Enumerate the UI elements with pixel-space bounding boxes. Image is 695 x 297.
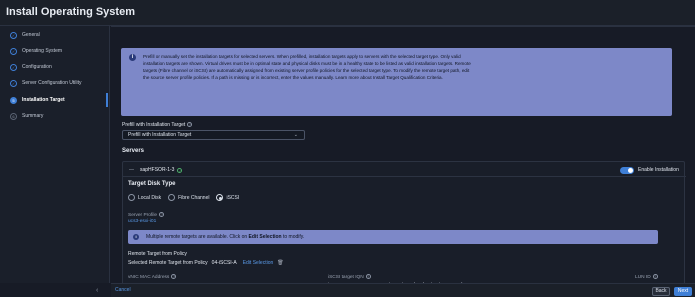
wizard-footer: Cancel Back Next xyxy=(111,283,695,297)
step-label: Operating System xyxy=(22,48,63,54)
radio-label: Fibre Channel xyxy=(178,194,210,201)
iscsi-iqn-label: iSCSI target IQN? xyxy=(328,274,371,280)
cancel-button[interactable]: Cancel xyxy=(115,287,131,293)
lun-id-label-text: LUN ID xyxy=(635,274,651,280)
server-card: — sapHFSOR-1-3 ✓ Enable Installation Tar… xyxy=(122,161,686,288)
help-icon[interactable]: ? xyxy=(365,274,371,279)
step-general[interactable]: ✓ General xyxy=(10,30,40,40)
title-bar: Install Operating System xyxy=(0,0,695,26)
info-icon: i xyxy=(133,234,139,240)
enable-installation-label: Enable Installation xyxy=(638,167,679,173)
check-icon: ✓ xyxy=(10,47,17,55)
server-header[interactable]: — sapHFSOR-1-3 ✓ xyxy=(129,167,183,173)
check-icon: ✓ xyxy=(10,79,17,87)
back-button[interactable]: Back xyxy=(652,287,670,296)
disk-type-radio-group: Local Disk Fibre Channel iSCSI xyxy=(128,194,239,201)
help-icon[interactable]: ? xyxy=(187,122,193,128)
step-summary[interactable]: 6 Summary xyxy=(10,111,43,121)
step-label: Server Configuration Utility xyxy=(22,80,82,86)
step-installation-target[interactable]: 5 Installation Target xyxy=(10,95,65,105)
info-icon: i xyxy=(129,54,136,61)
step-label: General xyxy=(22,32,40,38)
check-icon: ✓ xyxy=(10,63,17,71)
step-number-icon: 6 xyxy=(10,112,17,120)
remote-selected-label: Selected Remote Target from Policy xyxy=(128,260,208,266)
lun-id-label: LUN ID? xyxy=(635,274,658,280)
radio-label: Local Disk xyxy=(138,194,162,201)
remote-target-row: Selected Remote Target from Policy 04-iS… xyxy=(128,260,284,266)
active-step-indicator xyxy=(106,93,108,107)
remote-target-policy-label: Remote Target from Policy xyxy=(128,251,187,257)
server-profile-label: Server Profile? xyxy=(128,212,165,218)
server-profile-label-text: Server Profile xyxy=(128,212,158,218)
radio-fibre-channel[interactable]: Fibre Channel xyxy=(168,194,209,201)
step-number-icon: 5 xyxy=(10,96,17,104)
radio-iscsi[interactable]: iSCSI xyxy=(216,194,239,201)
main-content: i Prefill or manually set the installati… xyxy=(111,26,695,288)
prefill-select[interactable]: Prefill with Installation Target ⌄ xyxy=(122,130,305,140)
trash-icon[interactable]: 🗑 xyxy=(277,260,283,266)
step-server-configuration-utility[interactable]: ✓ Server Configuration Utility xyxy=(10,78,81,88)
wizard-sidebar: ✓ General ✓ Operating System ✓ Configura… xyxy=(0,26,110,294)
prefill-label: Prefill with Installation Target? xyxy=(122,122,193,128)
step-operating-system[interactable]: ✓ Operating System xyxy=(10,46,62,56)
step-label: Configuration xyxy=(22,64,52,70)
info-banner-text: Prefill or manually set the installation… xyxy=(143,54,471,80)
edit-selection-link[interactable]: Edit Selection xyxy=(243,260,274,266)
radio-circle-icon xyxy=(168,194,176,201)
divider xyxy=(123,176,686,177)
chevron-down-icon: ⌄ xyxy=(293,132,298,138)
remote-targets-banner-text: Multiple remote targets are available. C… xyxy=(146,234,304,240)
remote-selected-value: 04-iSCSI-A xyxy=(211,260,237,266)
next-button[interactable]: Next xyxy=(674,287,692,296)
radio-circle-icon xyxy=(128,194,135,201)
server-profile-link[interactable]: ucs3-esxi-i01 xyxy=(128,219,156,224)
page-title: Install Operating System xyxy=(6,6,135,18)
banner-text-part: to modify. xyxy=(281,234,305,240)
prefill-select-value: Prefill with Installation Target xyxy=(128,132,192,138)
help-icon[interactable]: ? xyxy=(652,274,658,279)
banner-text-bold: Edit Selection xyxy=(248,234,282,240)
prefill-label-text: Prefill with Installation Target xyxy=(122,122,186,128)
check-icon: ✓ xyxy=(10,31,17,39)
check-circle-icon: ✓ xyxy=(177,167,183,173)
collapse-icon[interactable]: — xyxy=(129,167,134,173)
iscsi-iqn-label-text: iSCSI target IQN xyxy=(328,274,364,280)
help-icon[interactable]: ? xyxy=(159,212,165,217)
vnic-mac-label-text: vNIC MAC Address xyxy=(128,274,170,280)
step-label: Summary xyxy=(22,113,44,119)
target-disk-type-heading: Target Disk Type xyxy=(128,181,176,187)
radio-label: iSCSI xyxy=(226,194,240,201)
radio-local-disk[interactable]: Local Disk xyxy=(128,194,161,201)
servers-heading: Servers xyxy=(122,148,145,154)
server-name: sapHFSOR-1-3 xyxy=(140,167,175,173)
step-label: Installation Target xyxy=(22,97,65,103)
help-icon[interactable]: ? xyxy=(171,274,177,279)
radio-selected-icon xyxy=(216,194,224,201)
chevron-left-icon[interactable]: ‹ xyxy=(96,287,98,294)
banner-text-part: Multiple remote targets are available. C… xyxy=(146,234,249,240)
info-banner: i Prefill or manually set the installati… xyxy=(121,48,672,116)
step-configuration[interactable]: ✓ Configuration xyxy=(10,62,52,72)
remote-targets-banner: i Multiple remote targets are available.… xyxy=(128,230,658,244)
vnic-mac-label: vNIC MAC Address? xyxy=(128,274,177,280)
enable-installation-toggle[interactable] xyxy=(620,167,634,174)
